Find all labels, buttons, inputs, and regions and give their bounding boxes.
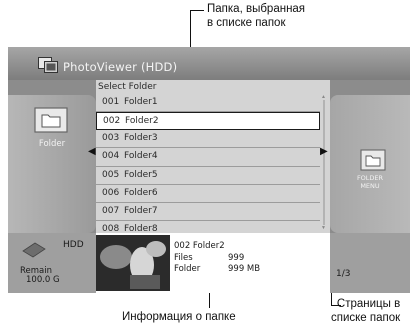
list-header: Select Folder	[98, 82, 157, 92]
app-title: PhotoViewer (HDD)	[63, 60, 178, 74]
annotation-selected-folder: Папка, выбранная в списке папок	[207, 2, 305, 30]
row-name: Folder1	[124, 97, 158, 107]
annotation-line: Папка, выбранная	[207, 3, 306, 15]
folder-menu-icon	[360, 149, 386, 171]
folder-info-panel: 002 Folder2 Files 999 Folder 999 MB	[96, 233, 330, 293]
photoviewer-screen: PhotoViewer (HDD) Folder Select Folder 0…	[8, 47, 410, 293]
row-number: 003	[102, 133, 120, 144]
folder-row[interactable]: 005 Folder5	[96, 167, 320, 185]
title-bar: PhotoViewer (HDD)	[8, 47, 410, 80]
folder-panel-button[interactable]: Folder	[8, 95, 96, 233]
row-name: Folder2	[125, 116, 159, 127]
folder-row-selected[interactable]: 002 Folder2	[96, 112, 320, 131]
row-name: Folder6	[124, 187, 158, 198]
scroll-down-icon: ▼	[321, 225, 326, 231]
folder-size-label: Folder	[174, 264, 201, 274]
annotation-folder-info: Информация о папке	[122, 311, 236, 323]
storage-info: HDD Remain 100.0 G	[8, 233, 96, 293]
row-name: Folder3	[124, 133, 158, 144]
arrow-right-icon[interactable]: ▶	[320, 146, 328, 157]
leader-line	[190, 10, 204, 11]
row-name: Folder7	[124, 205, 158, 216]
folder-thumbnail	[96, 235, 170, 291]
files-label: Files	[174, 253, 193, 263]
folder-row[interactable]: 003 Folder3	[96, 130, 320, 149]
folder-row[interactable]: 001 Folder1	[96, 94, 320, 113]
row-number: 006	[102, 187, 120, 198]
folder-menu-label: FOLDER MENU	[330, 174, 410, 190]
info-title: 002 Folder2	[174, 241, 225, 251]
hdd-icon	[22, 242, 46, 258]
folder-row[interactable]: 004 Folder4	[96, 148, 320, 167]
row-name: Folder5	[124, 169, 158, 180]
annotation-line: Страницы в	[336, 298, 401, 310]
annotation-line: списке папок	[331, 312, 401, 324]
photo-viewer-icon	[38, 57, 58, 73]
folder-list-panel: Select Folder 001 Folder1 002 Folder2 003 F…	[96, 80, 330, 240]
folder-size-value: 999 MB	[228, 264, 261, 274]
folder-row[interactable]: 007 Folder7	[96, 203, 320, 222]
arrow-left-icon[interactable]: ◀	[88, 146, 96, 157]
files-value: 999	[228, 253, 245, 263]
paging-info: 1/3	[330, 233, 410, 293]
page-indicator: 1/3	[336, 269, 351, 279]
folder-list: 001 Folder1 002 Folder2 003 Folder3 004 Fold…	[96, 94, 320, 240]
row-number: 007	[102, 205, 120, 216]
folder-row[interactable]: 006 Folder6	[96, 185, 320, 203]
list-scrollbar[interactable]: ▲ ▼	[321, 94, 327, 231]
folder-icon	[34, 107, 68, 133]
row-name: Folder4	[124, 151, 158, 162]
annotation-line: в списке папок	[207, 17, 286, 29]
menu-label-line: MENU	[360, 181, 380, 190]
row-number: 004	[102, 151, 120, 162]
storage-device: HDD	[63, 240, 84, 250]
folder-menu-button[interactable]: FOLDER MENU	[330, 95, 410, 233]
leader-line	[331, 305, 341, 306]
remain-value: 100.0 G	[26, 275, 60, 285]
annotation-pages: Страницы в списке папок	[331, 297, 400, 325]
scroll-track	[323, 100, 325, 225]
folder-label: Folder	[38, 139, 66, 149]
row-number: 005	[102, 169, 120, 180]
row-number: 002	[103, 116, 121, 127]
row-number: 001	[102, 97, 120, 107]
